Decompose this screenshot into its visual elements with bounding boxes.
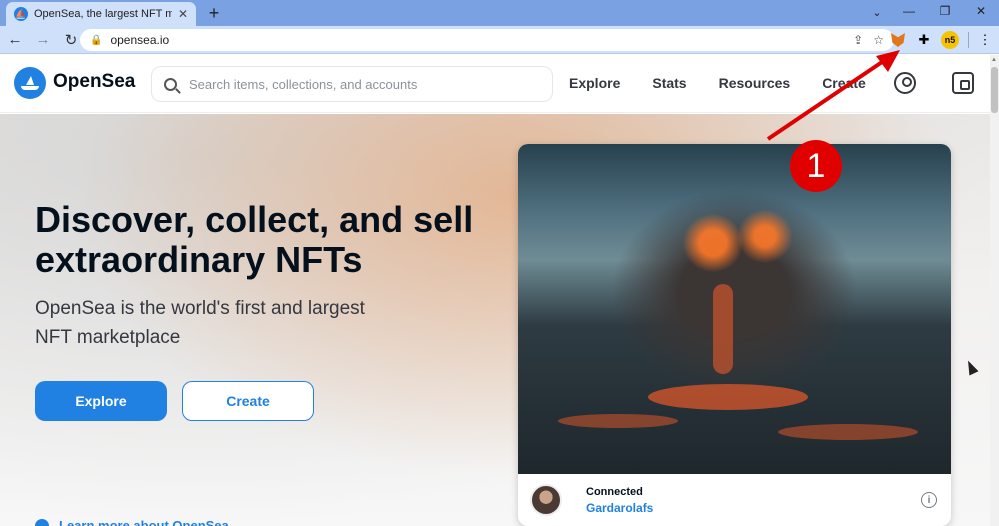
- tab-title: OpenSea, the largest NFT marketplace: [34, 8, 172, 20]
- lock-icon[interactable]: 🔒: [90, 35, 102, 46]
- window-controls: — ❐ ✕: [891, 0, 999, 26]
- new-tab-button[interactable]: +: [202, 1, 226, 25]
- learn-more-link[interactable]: Learn more about OpenSea: [35, 518, 229, 526]
- minimize-button[interactable]: —: [891, 0, 927, 22]
- opensea-logo-icon[interactable]: [14, 67, 46, 99]
- featured-nft-card[interactable]: Connected Gardarolafs i: [518, 144, 951, 526]
- avatar[interactable]: [530, 484, 562, 516]
- metamask-fox-icon: [891, 33, 905, 47]
- metamask-extension-button[interactable]: [886, 28, 910, 52]
- browser-tab[interactable]: ⛵ OpenSea, the largest NFT marketplace ✕: [6, 2, 196, 26]
- create-button[interactable]: Create: [182, 381, 314, 421]
- restore-button[interactable]: ❐: [927, 0, 963, 22]
- creator-status: Connected: [586, 485, 643, 498]
- card-footer: Connected Gardarolafs i: [518, 474, 951, 526]
- creator-info: Connected Gardarolafs: [586, 486, 653, 515]
- learn-more-text: Learn more about OpenSea: [59, 518, 229, 526]
- nav-create[interactable]: Create: [822, 75, 866, 91]
- annotation-badge: 1: [790, 140, 842, 192]
- n5-icon: n5: [941, 31, 959, 49]
- address-bar[interactable]: 🔒 opensea.io ⇪ ☆: [80, 29, 894, 51]
- hero-title: Discover, collect, and sell extraordinar…: [35, 199, 474, 280]
- nav-explore[interactable]: Explore: [569, 75, 620, 91]
- wallet-icon[interactable]: [952, 72, 974, 94]
- hero-section: Discover, collect, and sell extraordinar…: [0, 114, 990, 526]
- main-nav: Explore Stats Resources Create: [569, 75, 866, 91]
- more-menu-icon[interactable]: ⋮: [973, 28, 997, 52]
- page-scrollbar[interactable]: ▲: [990, 55, 999, 526]
- opensea-favicon-icon: ⛵: [14, 7, 28, 21]
- extensions-puzzle-icon[interactable]: ✚: [912, 28, 936, 52]
- close-window-button[interactable]: ✕: [963, 0, 999, 22]
- lava-flow: [713, 284, 733, 374]
- nav-stats[interactable]: Stats: [652, 75, 686, 91]
- lava-flow: [778, 424, 918, 440]
- browser-tab-bar: ⛵ OpenSea, the largest NFT marketplace ✕…: [0, 0, 999, 26]
- search-icon: [164, 77, 177, 91]
- url-text: opensea.io: [110, 33, 170, 47]
- bookmark-star-icon[interactable]: ☆: [873, 33, 884, 47]
- lava-flow: [648, 384, 808, 410]
- scroll-up-icon[interactable]: ▲: [991, 57, 997, 63]
- explore-button[interactable]: Explore: [35, 381, 167, 421]
- featured-nft-image[interactable]: [518, 144, 951, 474]
- account-icon[interactable]: [894, 72, 916, 94]
- hero-subtitle: OpenSea is the world's first and largest…: [35, 298, 365, 348]
- back-button[interactable]: ←: [2, 27, 28, 53]
- close-icon[interactable]: ✕: [178, 7, 188, 21]
- lava-flow: [558, 414, 678, 428]
- search-input[interactable]: [189, 76, 552, 92]
- browser-toolbar: ← → ↻ 🔒 opensea.io ⇪ ☆ ✚ n5 ⋮: [0, 26, 999, 54]
- toolbar-divider: [968, 32, 969, 48]
- chevron-down-icon[interactable]: ⌄: [867, 2, 887, 22]
- site-header: OpenSea Explore Stats Resources Create: [0, 55, 990, 113]
- extensions-area: ✚ n5 ⋮: [886, 26, 999, 54]
- search-box[interactable]: [151, 66, 553, 102]
- forward-button[interactable]: →: [30, 27, 56, 53]
- creator-name[interactable]: Gardarolafs: [586, 501, 653, 515]
- n5-extension-button[interactable]: n5: [938, 28, 962, 52]
- brand-name[interactable]: OpenSea: [53, 71, 135, 93]
- info-icon[interactable]: i: [921, 492, 937, 508]
- scroll-thumb[interactable]: [991, 67, 998, 113]
- play-icon: [35, 518, 49, 526]
- share-icon[interactable]: ⇪: [853, 33, 863, 47]
- nav-resources[interactable]: Resources: [719, 75, 791, 91]
